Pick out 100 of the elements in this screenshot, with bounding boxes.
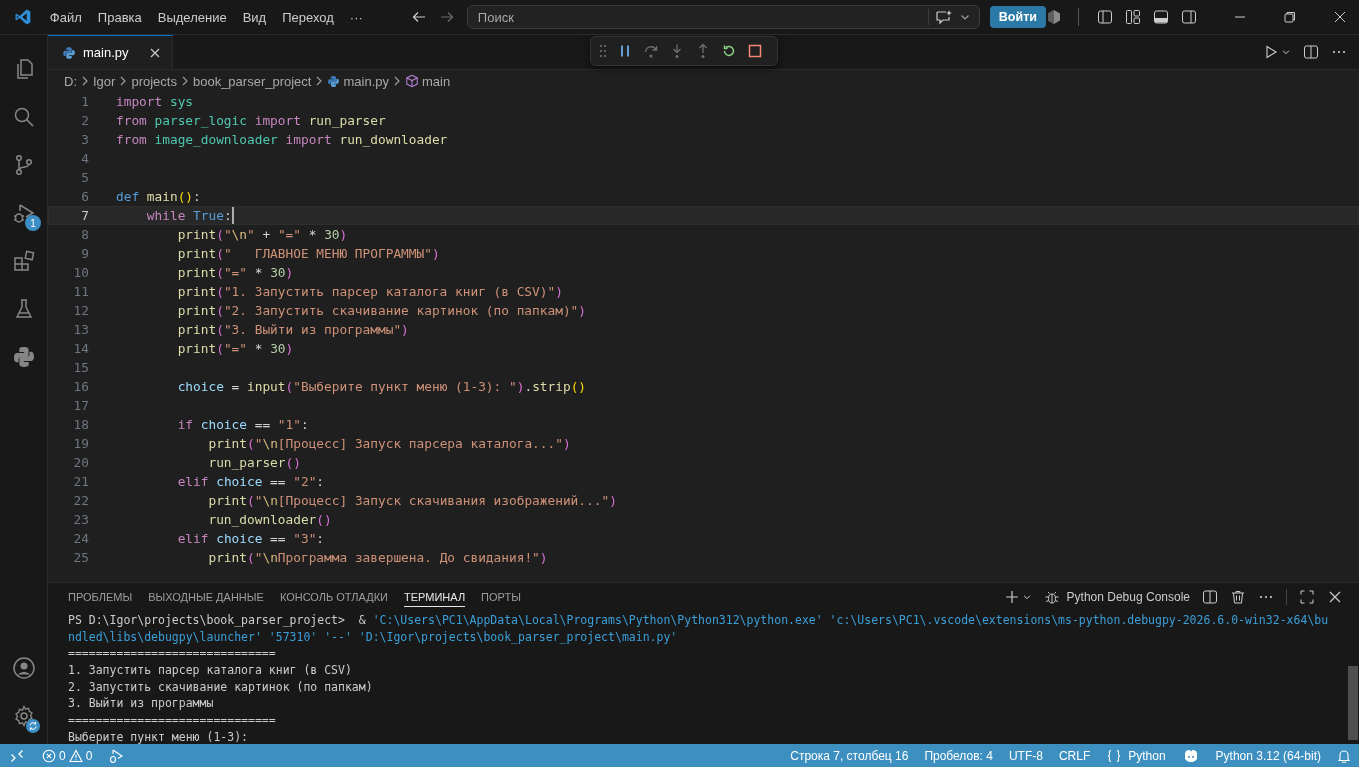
sidebar-toggle-icon[interactable] [1097,9,1113,25]
restart-icon[interactable] [721,43,737,59]
status-item[interactable]: Пробелов: 4 [924,748,993,763]
layout-grid-icon[interactable] [1125,9,1141,25]
line-number: 10 [72,264,89,282]
code-line: def main(): [116,188,201,206]
error-count[interactable]: 0 [59,748,66,763]
tab-label: main.py [83,45,129,60]
breadcrumb-item[interactable]: D: [64,73,77,89]
forward-arrow-icon[interactable] [438,9,455,25]
code-line: run_parser() [207,454,301,472]
plus-icon[interactable] [1003,588,1020,605]
run-debug-icon[interactable] [11,201,36,225]
line-number: 14 [72,340,89,358]
sync-badge-icon [26,719,40,733]
sign-in-button[interactable]: Войти [989,6,1046,28]
terminal-line: PS D:\Igor\projects\book_parser_project> & 'C:\Users\PC1\AppData\Local\Programs\Python\Python312\python.exe' 'c:\Users\PC1\.vscode\extensions\ms-python.debugpy-2026.6.0-win32-x64\bu [68,612,1329,629]
terminal-line: Выберите пункт меню (1-3): [68,728,248,746]
step-over-icon[interactable] [643,43,659,59]
python-file-icon [62,45,76,60]
chevron-down-icon[interactable] [1281,47,1291,57]
language-mode[interactable]: Python [1128,748,1166,763]
code-line: print("\nПрограмма завершена. До свидания!") [207,549,548,567]
breadcrumb-item[interactable]: projects [131,73,177,89]
panel-tab[interactable]: КОНСОЛЬ ОТЛАДКИ [279,586,388,607]
line-number: 16 [72,378,89,396]
line-number: 18 [72,416,89,434]
chat-sparkle-icon[interactable] [934,9,953,25]
code-line: elif choice == "3": [176,530,325,548]
panel-tab[interactable]: ПРОБЛЕМЫ [68,586,133,607]
search-field[interactable]: Поиск [477,9,922,25]
menu-item[interactable]: ··· [341,7,371,27]
terminal-line: 3. Выйти из программы [68,695,214,713]
python-file-icon [327,74,341,88]
line-number: 3 [80,131,89,149]
code-line: print("1. Запустить парсер каталога книг (в CSV)") [176,283,563,301]
terminal-name[interactable]: Python Debug Console [1066,589,1190,604]
breadcrumb-item[interactable]: main.py [343,73,389,89]
status-item[interactable]: Python 3.12 (64-bit) [1215,748,1321,763]
back-arrow-icon[interactable] [410,9,427,25]
scrollbar-thumb[interactable] [1348,666,1358,740]
notification-badge: 1 [25,215,41,231]
editor-tab[interactable]: main.py [48,35,173,69]
braces-icon [1106,748,1123,763]
code-line: print(" ГЛАВНОЕ МЕНЮ ПРОГРАММЫ") [176,245,440,263]
panel-toggle-icon[interactable] [1153,9,1169,25]
terminal-line: ndled\libs\debugpy\launcher' '57310' '--' 'D:\Igor\projects\book_parser_project\main.py' [68,628,678,646]
maximize-icon[interactable] [1299,588,1315,605]
breadcrumb-item[interactable]: Igor [93,73,116,89]
status-item[interactable]: UTF-8 [1008,748,1043,763]
menu-item[interactable]: Переход [274,7,342,27]
terminal-line: ============================== [68,645,276,663]
restore-icon[interactable] [1283,10,1297,24]
breadcrumb-item[interactable]: main [422,73,451,89]
code-line: while True: [145,206,234,225]
debug-run-icon[interactable] [108,747,125,764]
extensions-icon[interactable] [11,249,36,273]
menu-item[interactable]: Файл [41,7,90,27]
python-icon[interactable] [11,345,36,369]
chevron-right-icon [80,75,90,87]
status-item[interactable]: CRLF [1058,748,1091,763]
split-terminal-icon[interactable] [1202,588,1218,605]
bell-icon[interactable] [1337,748,1351,763]
breadcrumb-item[interactable]: book_parser_project [192,73,312,89]
menu-item[interactable]: Правка [89,7,150,27]
chevron-right-icon [392,75,402,87]
status-item[interactable]: Строка 7, столбец 16 [790,748,909,763]
accounts-hexagon-icon[interactable] [1046,9,1062,25]
terminal-line: 1. Запустить парсер каталога книг (в CSV) [68,662,352,679]
panel-tab[interactable]: ВЫХОДНЫЕ ДАННЫЕ [148,586,264,607]
warning-count[interactable]: 0 [85,748,93,763]
panel-tab[interactable]: ТЕРМИНАЛ [404,586,466,607]
line-number: 25 [72,549,89,567]
line-number: 7 [80,207,89,225]
menu-item[interactable]: Вид [234,7,275,27]
drag-grip-icon[interactable] [599,44,607,58]
account-icon[interactable] [11,656,36,680]
line-number: 9 [80,245,89,263]
code-line: print("3. Выйти из программы") [176,321,409,339]
code-line: print("\n[Процесс] Запуск парсера каталога...") [207,435,571,453]
line-number: 11 [72,283,89,301]
app-logo-icon[interactable] [14,8,32,26]
run-icon[interactable] [1263,44,1279,60]
code-line: print("\n[Процесс] Запуск скачивания изображений...") [207,492,617,510]
secondary-sidebar-icon[interactable] [1181,9,1197,25]
panel-tab[interactable]: ПОРТЫ [481,586,521,607]
close-icon[interactable] [1333,10,1347,24]
code-line: print("\n" + "=" * 30) [176,226,348,244]
trash-icon[interactable] [1230,588,1246,605]
code-line: print("2. Запустить скачивание картинок (по папкам)") [176,302,586,320]
stop-icon[interactable] [747,43,763,59]
split-editor-icon[interactable] [1303,44,1319,60]
menu-item[interactable]: Выделение [149,7,235,27]
line-number: 13 [72,321,89,339]
code-line: elif choice == "2": [176,473,325,491]
command-center[interactable]: Поиск [466,5,980,29]
line-number: 12 [72,302,89,320]
code-line: print("=" * 30) [176,340,294,358]
line-number: 17 [72,397,89,415]
error-icon [42,748,56,763]
